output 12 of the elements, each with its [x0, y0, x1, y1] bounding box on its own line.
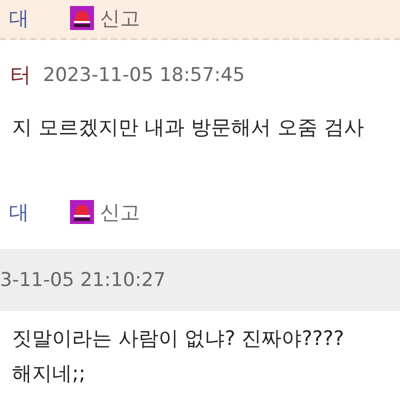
comment-text: 지 모르겠지만 내과 방문해서 오줌 검사	[12, 114, 365, 141]
siren-icon	[70, 6, 94, 30]
siren-icon	[70, 200, 94, 224]
oppose-link[interactable]: 대	[9, 4, 29, 32]
comment-text: 해지네;;	[12, 360, 86, 387]
oppose-link[interactable]: 대	[9, 198, 29, 226]
comment-date: 3-11-05 21:10:27	[0, 269, 166, 291]
comment-author: 터	[10, 62, 31, 89]
comment-text: 짓말이라는 사람이 없냐? 진짜야????	[12, 325, 346, 352]
report-link[interactable]: 신고	[100, 4, 140, 32]
report-link[interactable]: 신고	[100, 198, 140, 226]
comment-date: 2023-11-05 18:57:45	[43, 64, 245, 86]
